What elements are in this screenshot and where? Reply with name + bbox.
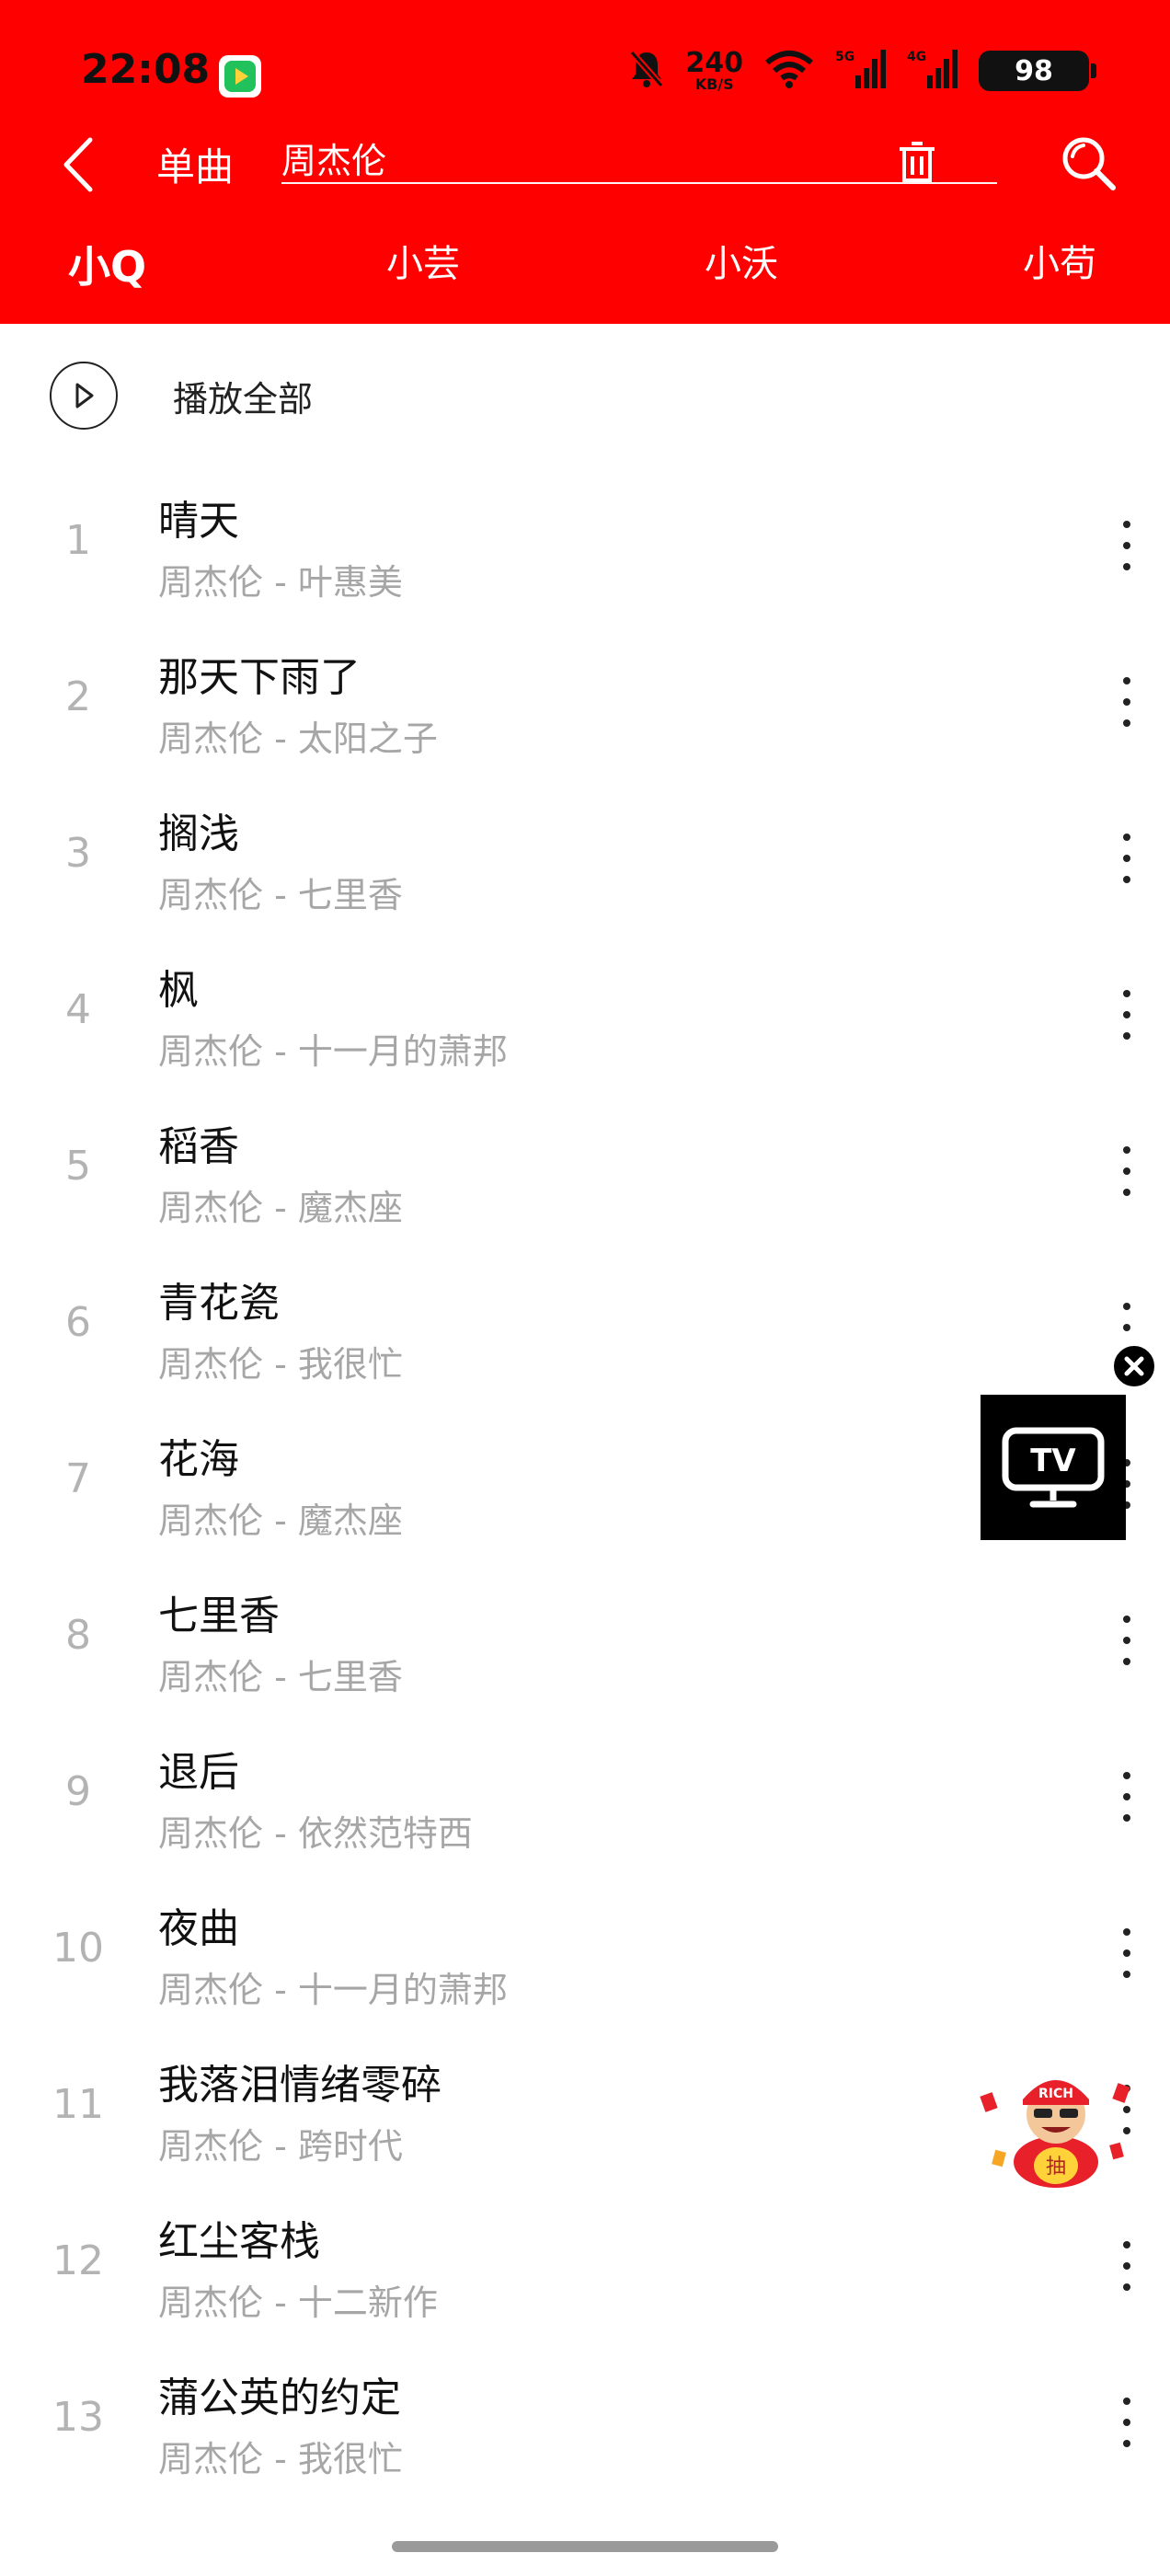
app-notification-icon bbox=[219, 55, 261, 98]
status-time: 22:08 bbox=[81, 46, 211, 93]
network-speed: 240 KB/S bbox=[685, 50, 743, 92]
search-input[interactable] bbox=[281, 136, 870, 178]
song-artist-album: 周杰伦 - 七里香 bbox=[158, 1657, 403, 1697]
song-row[interactable]: 10 夜曲 周杰伦 - 十一月的萧邦 bbox=[0, 1877, 1170, 2033]
song-artist-album: 周杰伦 - 我很忙 bbox=[158, 1344, 403, 1385]
song-artist-album: 周杰伦 - 叶惠美 bbox=[158, 562, 403, 603]
song-artist-album: 周杰伦 - 太阳之子 bbox=[158, 719, 438, 759]
song-title: 红尘客栈 bbox=[158, 2218, 320, 2265]
signal-4g-icon: 4G bbox=[907, 48, 958, 94]
song-artist-album: 周杰伦 - 十二新作 bbox=[158, 2283, 438, 2323]
signal-5g-icon: 5G bbox=[835, 48, 887, 94]
tv-label: TV bbox=[1030, 1443, 1076, 1479]
song-row[interactable]: 6 青花瓷 周杰伦 - 我很忙 bbox=[0, 1251, 1170, 1408]
song-title: 那天下雨了 bbox=[158, 654, 361, 701]
more-options-icon[interactable] bbox=[1113, 1765, 1141, 1829]
status-icons: 240 KB/S 5G 4G 98 bbox=[628, 48, 1096, 94]
song-index: 3 bbox=[65, 830, 91, 877]
song-artist-album: 周杰伦 - 十一月的萧邦 bbox=[158, 1970, 508, 2010]
song-index: 9 bbox=[65, 1768, 91, 1815]
speed-unit: KB/S bbox=[694, 75, 734, 93]
more-options-icon[interactable] bbox=[1113, 1139, 1141, 1203]
mascot-hat-text: RICH bbox=[1038, 2087, 1073, 2101]
more-options-icon[interactable] bbox=[1113, 2234, 1141, 2298]
status-bar: 22:08 240 KB/S 5G 4G 98 bbox=[0, 0, 1170, 138]
song-title: 蒲公英的约定 bbox=[158, 2375, 401, 2421]
speed-value: 240 bbox=[685, 47, 743, 79]
more-options-icon[interactable] bbox=[1113, 670, 1141, 734]
more-options-icon[interactable] bbox=[1113, 1608, 1141, 1673]
tab-xiaowo[interactable]: 小沃 bbox=[705, 234, 778, 287]
song-row[interactable]: 8 七里香 周杰伦 - 七里香 bbox=[0, 1564, 1170, 1720]
song-row[interactable]: 5 稻香 周杰伦 - 魔杰座 bbox=[0, 1095, 1170, 1251]
song-artist-album: 周杰伦 - 我很忙 bbox=[158, 2439, 403, 2479]
svg-text:5G: 5G bbox=[835, 50, 855, 64]
song-index: 6 bbox=[65, 1299, 91, 1346]
song-index: 2 bbox=[65, 673, 91, 720]
song-index: 7 bbox=[65, 1455, 91, 1502]
song-index: 4 bbox=[65, 986, 91, 1033]
tab-xiaoq[interactable]: 小Q bbox=[68, 234, 146, 294]
home-indicator[interactable] bbox=[392, 2541, 778, 2552]
song-title: 夜曲 bbox=[158, 1905, 239, 1952]
song-artist-album: 周杰伦 - 十一月的萧邦 bbox=[158, 1031, 508, 1072]
more-options-icon[interactable] bbox=[1113, 513, 1141, 578]
wifi-icon bbox=[763, 50, 815, 92]
song-artist-album: 周杰伦 - 魔杰座 bbox=[158, 1501, 403, 1541]
more-options-icon[interactable] bbox=[1113, 826, 1141, 891]
song-row[interactable]: 4 枫 周杰伦 - 十一月的萧邦 bbox=[0, 938, 1170, 1095]
song-title: 七里香 bbox=[158, 1593, 280, 1639]
song-row[interactable]: 12 红尘客栈 周杰伦 - 十二新作 bbox=[0, 2190, 1170, 2346]
song-title: 我落泪情绪零碎 bbox=[158, 2062, 442, 2109]
search-icon[interactable] bbox=[1058, 132, 1118, 193]
song-title: 晴天 bbox=[158, 498, 239, 545]
tab-xiaogou[interactable]: 小苟 bbox=[1023, 234, 1096, 287]
song-title: 青花瓷 bbox=[158, 1280, 280, 1327]
song-title: 退后 bbox=[158, 1749, 239, 1796]
battery-indicator: 98 bbox=[979, 51, 1096, 91]
top-header: 22:08 240 KB/S 5G 4G 98 单曲 周杰伦 小Q 小芸 小沃 … bbox=[0, 0, 1170, 324]
song-artist-album: 周杰伦 - 七里香 bbox=[158, 875, 403, 915]
tab-xiaoyun[interactable]: 小芸 bbox=[386, 234, 460, 287]
song-title: 搁浅 bbox=[158, 811, 239, 857]
more-options-icon[interactable] bbox=[1113, 1921, 1141, 1985]
song-title: 花海 bbox=[158, 1436, 239, 1483]
search-box[interactable] bbox=[281, 136, 997, 184]
mascot-belly-text: 抽 bbox=[1046, 2156, 1066, 2179]
song-index: 1 bbox=[65, 517, 91, 564]
song-index: 11 bbox=[52, 2081, 104, 2128]
play-all-label: 播放全部 bbox=[173, 378, 314, 420]
search-type-label[interactable]: 单曲 bbox=[156, 136, 234, 192]
search-header: 单曲 bbox=[0, 129, 1170, 202]
close-icon[interactable] bbox=[1111, 1343, 1157, 1389]
song-artist-album: 周杰伦 - 依然范特西 bbox=[158, 1813, 473, 1854]
song-title: 枫 bbox=[158, 967, 199, 1014]
source-tabs: 小Q 小芸 小沃 小苟 bbox=[0, 230, 1170, 294]
song-index: 12 bbox=[52, 2237, 104, 2284]
song-index: 8 bbox=[65, 1612, 91, 1659]
song-index: 10 bbox=[52, 1925, 104, 1972]
song-title: 稻香 bbox=[158, 1123, 239, 1170]
song-index: 13 bbox=[52, 2394, 104, 2441]
song-index: 5 bbox=[65, 1143, 91, 1190]
song-artist-album: 周杰伦 - 跨时代 bbox=[158, 2126, 403, 2167]
song-row[interactable]: 2 那天下雨了 周杰伦 - 太阳之子 bbox=[0, 626, 1170, 782]
svg-text:4G: 4G bbox=[907, 50, 926, 64]
tv-cast-button[interactable]: TV bbox=[981, 1395, 1126, 1540]
more-options-icon[interactable] bbox=[1113, 983, 1141, 1047]
lucky-draw-mascot[interactable]: RICH 抽 bbox=[977, 2066, 1135, 2190]
song-row[interactable]: 13 蒲公英的约定 周杰伦 - 我很忙 bbox=[0, 2346, 1170, 2502]
mute-bell-icon bbox=[628, 49, 665, 93]
song-artist-album: 周杰伦 - 魔杰座 bbox=[158, 1188, 403, 1228]
more-options-icon[interactable] bbox=[1113, 2390, 1141, 2455]
song-row[interactable]: 1 晴天 周杰伦 - 叶惠美 bbox=[0, 469, 1170, 626]
tv-icon: TV bbox=[1002, 1427, 1105, 1508]
song-row[interactable]: 3 搁浅 周杰伦 - 七里香 bbox=[0, 782, 1170, 938]
play-icon[interactable] bbox=[50, 362, 118, 430]
song-row[interactable]: 9 退后 周杰伦 - 依然范特西 bbox=[0, 1720, 1170, 1877]
back-arrow-icon[interactable] bbox=[57, 134, 103, 195]
play-all-button[interactable]: 播放全部 bbox=[50, 359, 313, 432]
trash-icon[interactable] bbox=[896, 142, 938, 184]
